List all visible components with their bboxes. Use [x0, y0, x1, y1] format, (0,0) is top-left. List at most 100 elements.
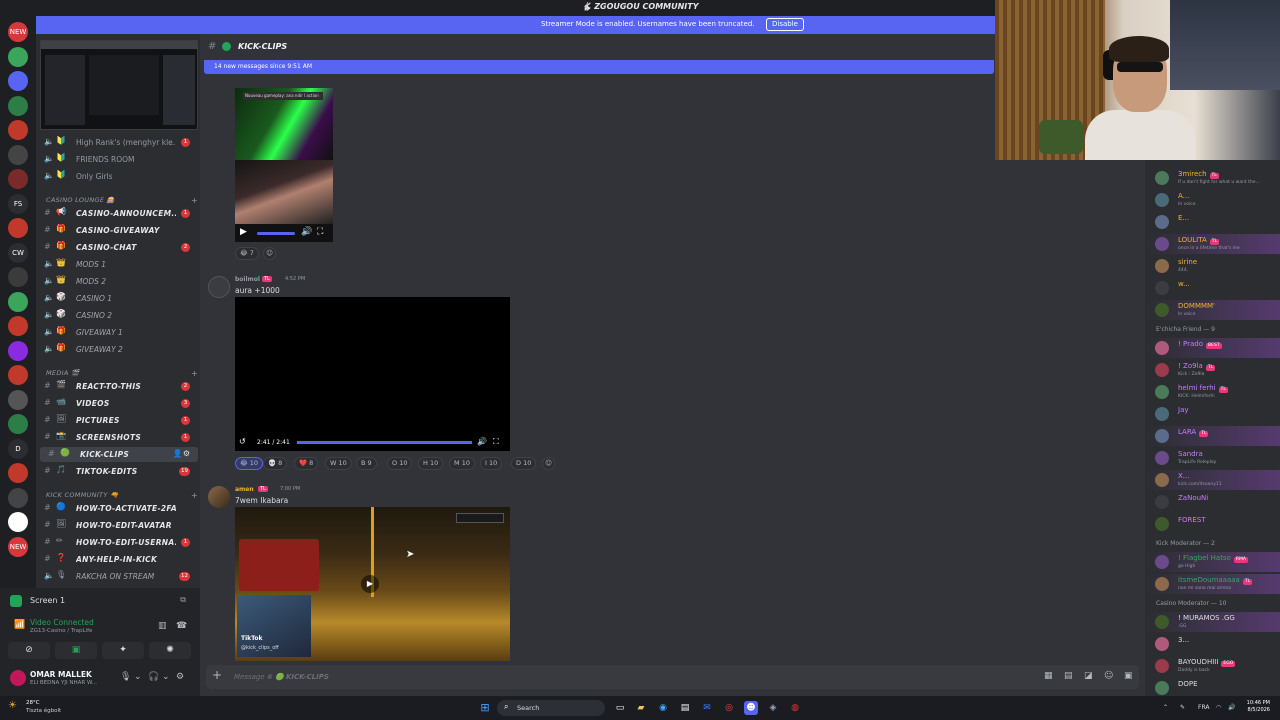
gift-icon[interactable]: ▦ [1044, 671, 1053, 681]
voice-channel[interactable]: 🔈 👑 MODS 1 [36, 257, 200, 272]
mic-icon[interactable]: 🎙 [120, 672, 131, 682]
user-name[interactable]: OMAR MALLEK [30, 670, 92, 679]
chrome-icon[interactable]: ◎ [722, 701, 736, 715]
text-channel[interactable]: # 🎁 CASINO-GIVEAWAY [36, 223, 200, 238]
text-channel[interactable]: # ❓ ANY-HELP-IN-KICK [36, 552, 200, 567]
reaction-button[interactable]: 💀 8 [263, 457, 288, 470]
text-channel[interactable]: # 🎁 CASINO-CHAT 2 [36, 240, 200, 255]
category-header[interactable]: CASINO LOUNGE 🎰 + [46, 196, 198, 205]
text-channel[interactable]: # 📹 VIDEOS 3 [36, 396, 200, 411]
stream-preview[interactable] [40, 40, 198, 130]
add-attachment-icon[interactable]: + [212, 668, 222, 682]
language-indicator[interactable]: FRA [1198, 704, 1209, 711]
server-icon[interactable] [8, 71, 28, 91]
activities-button[interactable]: ✦ [102, 642, 144, 659]
server-icon[interactable] [8, 144, 28, 165]
replay-icon[interactable]: ↺ [239, 437, 246, 446]
video-progress[interactable] [257, 232, 295, 235]
video-progress[interactable] [297, 441, 472, 444]
volume-icon[interactable]: 🔊 [1228, 704, 1235, 711]
text-channel[interactable]: # 🖼 PICTURES 1 [36, 413, 200, 428]
server-icon[interactable] [8, 120, 28, 140]
voice-channel[interactable]: 🔈 👑 MODS 2 [36, 274, 200, 289]
reaction-button[interactable]: M 10 [449, 457, 475, 470]
server-icon[interactable]: FS [8, 193, 28, 214]
volume-icon[interactable]: 🔊 [477, 437, 487, 446]
text-channel[interactable]: # 🟢 KICK-CLIPS 👤⚙ [40, 447, 198, 462]
play-icon[interactable]: ▶ [240, 227, 247, 237]
headphones-icon[interactable]: 🎧 [148, 672, 159, 682]
member-item[interactable]: ! Zo9la TL Kick : Zo9la [1145, 360, 1280, 380]
volume-icon[interactable]: 🔊 [301, 227, 312, 237]
reaction-button[interactable]: 😂 10 [235, 457, 263, 470]
reaction-button[interactable]: 😂 7 [235, 247, 259, 260]
play-icon[interactable]: ▶ [361, 575, 379, 593]
voice-channel[interactable]: 🔈 🎙 RAKCHA ON STREAM 12 [36, 569, 200, 584]
video-player[interactable] [235, 297, 510, 451]
emoji-icon[interactable]: ☺ [1104, 671, 1113, 681]
member-item[interactable]: A... In voice [1145, 190, 1280, 210]
fullscreen-icon[interactable]: ⛶ [493, 437, 499, 447]
message-author[interactable]: amen [235, 486, 254, 493]
server-icon[interactable] [8, 340, 28, 361]
avatar[interactable] [208, 486, 230, 508]
taskbar-search[interactable]: ⌕ Search [497, 700, 605, 716]
task-view-icon[interactable]: ▭ [613, 701, 627, 715]
member-item[interactable]: ! Flagbel Hatso RMA go High [1145, 552, 1280, 572]
member-item[interactable]: Jay [1145, 404, 1280, 424]
voice-channel[interactable]: 🔈 🎁 GIVEAWAY 2 [36, 342, 200, 357]
server-icon[interactable] [8, 291, 28, 312]
fullscreen-icon[interactable]: ⛶ [317, 227, 323, 237]
category-header[interactable]: KICK COMMUNITY 🔫 + [46, 491, 198, 500]
member-item[interactable]: X... kick.com/itsoony11 [1145, 470, 1280, 490]
server-icon[interactable] [8, 487, 28, 508]
member-item[interactable]: 3mirech TL If u don't fight for what u wan… [1145, 168, 1280, 188]
reaction-button[interactable]: B 9 [356, 457, 377, 470]
store-icon[interactable]: ▤ [678, 701, 692, 715]
member-item[interactable]: FOREST [1145, 514, 1280, 534]
signal-icon[interactable]: 📶 [14, 620, 25, 630]
voice-channel[interactable]: 🔈 🎁 GIVEAWAY 1 [36, 325, 200, 340]
member-item[interactable]: helmi ferhi TL KICK: Helmiferhi [1145, 382, 1280, 402]
server-icon[interactable] [8, 169, 28, 189]
reaction-button[interactable]: ❤️ 8 [294, 457, 319, 470]
video-player[interactable]: TikTok @kick_clips_off ▶ [235, 507, 510, 661]
disable-streamer-mode-button[interactable]: Disable [766, 18, 804, 31]
reaction-button[interactable]: D 10 [511, 457, 537, 470]
add-channel-icon[interactable]: + [191, 491, 198, 500]
discord-icon[interactable]: ☻ [744, 701, 758, 715]
message-author[interactable]: boilmol [235, 276, 260, 283]
text-channel[interactable]: # 📸 SCREENSHOTS 1 [36, 430, 200, 445]
server-icon[interactable] [8, 512, 28, 532]
member-item[interactable]: DOMMMM' In voice [1145, 300, 1280, 320]
member-item[interactable]: ! Prado BEST [1145, 338, 1280, 358]
member-item[interactable]: Sandra TrapLife Roleplay [1145, 448, 1280, 468]
chevron-down-icon[interactable]: ⌄ [134, 672, 142, 682]
text-channel[interactable]: # 🎬 REACT-TO-THIS 2 [36, 379, 200, 394]
steam-icon[interactable]: ◈ [766, 701, 780, 715]
member-item[interactable]: ZaNouNi [1145, 492, 1280, 512]
text-channel[interactable]: # ✏ HOW-TO-EDIT-USERNA... 1 [36, 535, 200, 550]
voice-channel[interactable]: 🔈 🎲 CASINO 1 [36, 291, 200, 306]
member-item[interactable]: itsmeDoumaaaaa TL non mi sono mai arresa [1145, 574, 1280, 594]
message-composer[interactable]: + Message # 🟢 KICK-CLIPS ▦ ▤ ◪ ☺ ▣ [206, 665, 1139, 689]
category-header[interactable]: MEDIA 🎬 + [46, 369, 198, 378]
member-item[interactable]: 3... [1145, 634, 1280, 654]
server-icon[interactable]: NEW [8, 22, 28, 42]
add-reaction-icon[interactable]: ☺ [263, 247, 276, 260]
attachment-image[interactable]: Nouveau gameplay: ana ndir l action mta3… [235, 88, 333, 160]
server-icon[interactable] [8, 95, 28, 116]
server-icon[interactable] [8, 267, 28, 287]
voice-channel[interactable]: 🔈 🔰 Only Girls [36, 169, 200, 184]
text-channel[interactable]: # 📢 CASINO-ANNOUNCEM... 1 [36, 206, 200, 221]
text-channel[interactable]: # 🖼 HOW-TO-EDIT-AVATAR [36, 518, 200, 533]
member-item[interactable]: DOPE [1145, 678, 1280, 696]
edge-icon[interactable]: ◉ [656, 701, 670, 715]
sticker-icon[interactable]: ◪ [1084, 671, 1093, 681]
reaction-button[interactable]: I 10 [480, 457, 503, 470]
server-icon[interactable] [8, 46, 28, 67]
reaction-button[interactable]: W 10 [325, 457, 352, 470]
member-item[interactable]: LOULITA TL once in a lifetime that's me [1145, 234, 1280, 254]
new-messages-bar[interactable]: 14 new messages since 9:51 AM [204, 60, 994, 74]
text-channel[interactable]: # 🔵 HOW-TO-ACTIVATE-2FA [36, 501, 200, 516]
